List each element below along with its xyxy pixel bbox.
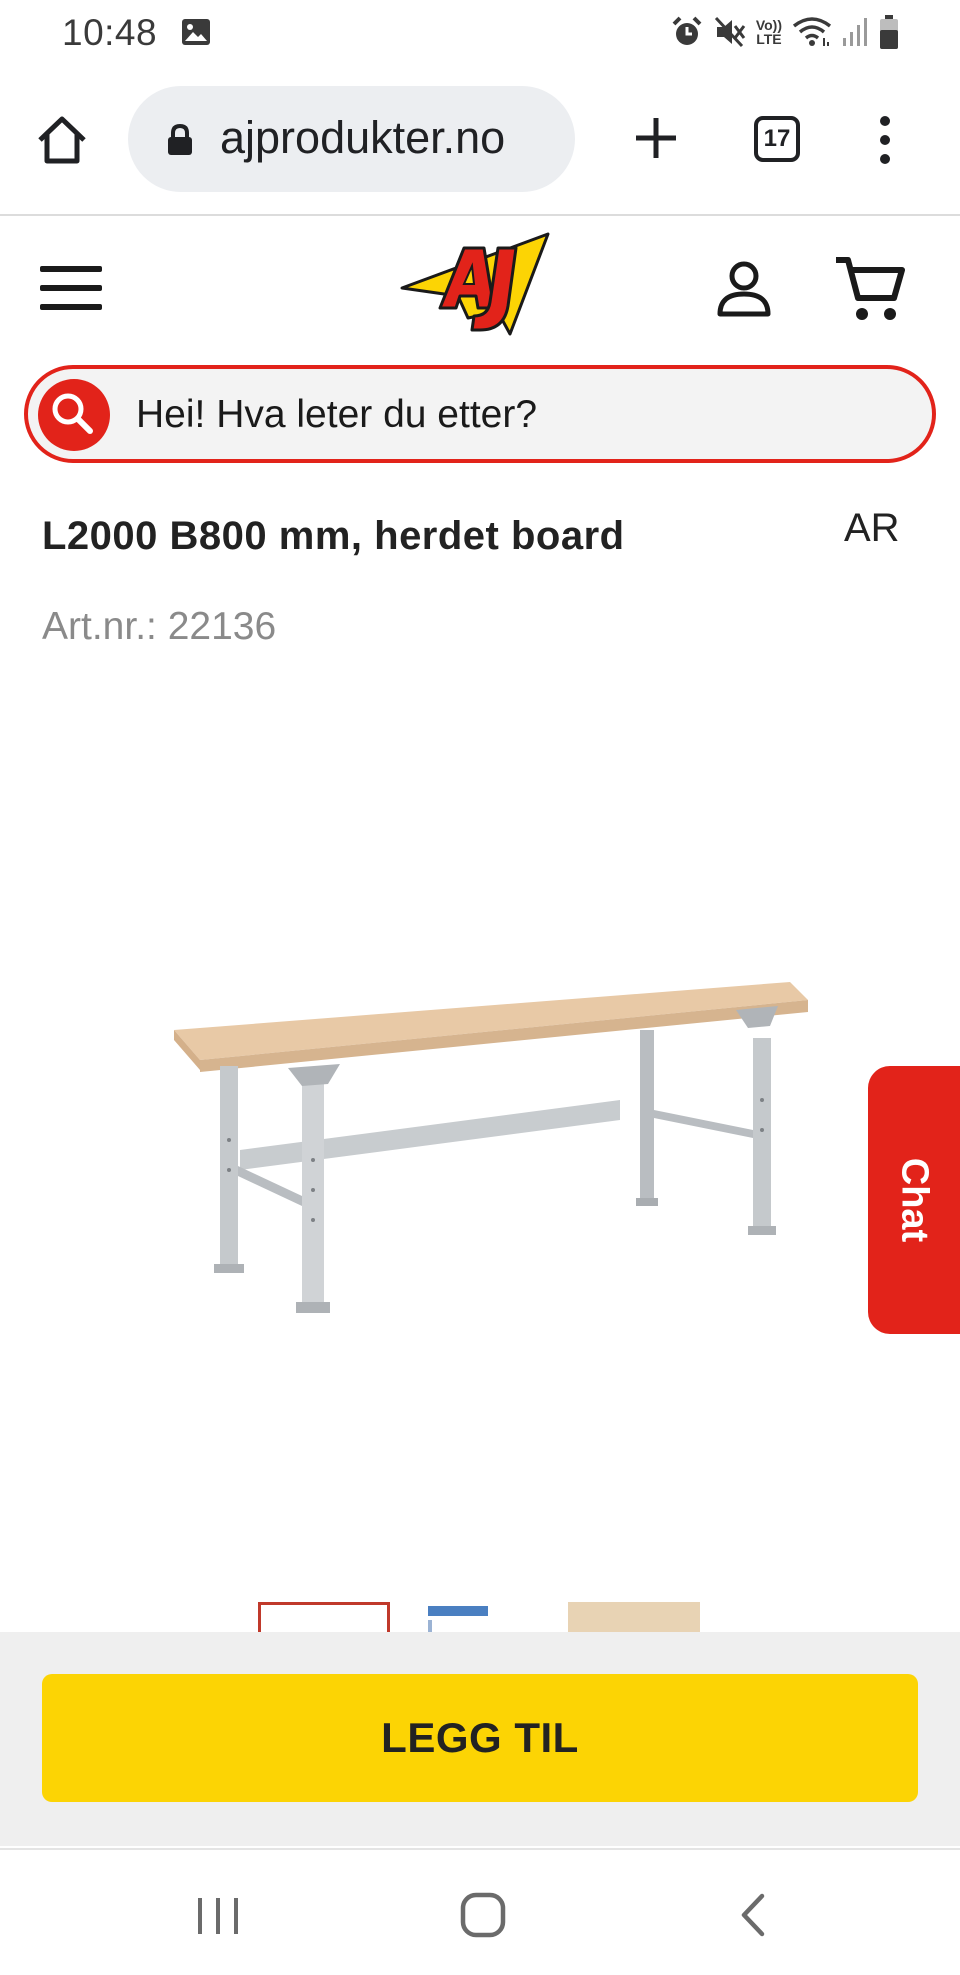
recent-apps-icon[interactable]: [196, 1894, 240, 1938]
lock-icon: [168, 124, 192, 155]
search-icon: [52, 393, 93, 434]
thumbnail-3[interactable]: [568, 1602, 700, 1632]
url-text: ajprodukter.no: [220, 112, 506, 163]
article-number: Art.nr.: 22136: [42, 605, 277, 648]
product-title: L2000 B800 mm, herdet board: [42, 514, 625, 558]
status-bar: 10:48 Vo)) LTE: [0, 0, 960, 66]
signal-icon: [843, 18, 867, 46]
tab-count: 17: [763, 125, 791, 152]
mute-icon: [714, 16, 746, 48]
workbench-image[interactable]: [160, 960, 840, 1390]
search-placeholder: Hei! Hva leter du etter?: [136, 393, 538, 436]
aj-logo[interactable]: [398, 226, 558, 348]
browser-toolbar: ajprodukter.no 17: [0, 66, 960, 216]
chat-label: Chat: [893, 1157, 936, 1243]
lte-label: LTE: [756, 31, 782, 47]
status-time: 10:48: [62, 12, 158, 53]
new-tab-icon[interactable]: [628, 110, 684, 166]
back-icon[interactable]: [738, 1892, 768, 1938]
more-menu-icon[interactable]: [870, 114, 900, 166]
thumbnail-2[interactable]: [414, 1602, 546, 1632]
thumbnail-2-image: [428, 1606, 488, 1632]
volte-icon: Vo)) LTE: [756, 18, 782, 46]
ar-view-button[interactable]: AR: [844, 506, 900, 551]
wifi-icon: [792, 17, 832, 46]
gallery-icon: [182, 19, 210, 45]
cart-icon[interactable]: [834, 254, 906, 324]
search-input[interactable]: Hei! Hva leter du etter?: [24, 365, 936, 463]
add-to-cart-label: LEGG TIL: [381, 1714, 579, 1761]
android-nav-bar: [0, 1848, 960, 1975]
battery-icon: [880, 15, 898, 49]
volte-label: Vo)): [755, 17, 782, 33]
search-button[interactable]: [38, 379, 110, 451]
thumbnail-1[interactable]: [258, 1602, 390, 1632]
account-icon[interactable]: [714, 258, 774, 318]
status-icons: Vo)) LTE: [670, 12, 900, 52]
hamburger-menu-icon[interactable]: [40, 264, 102, 312]
address-bar[interactable]: ajprodukter.no: [128, 86, 575, 192]
site-header: [0, 216, 960, 356]
sticky-cart-bar: LEGG TIL: [0, 1632, 960, 1846]
home-icon[interactable]: [34, 112, 90, 168]
home-button-icon[interactable]: [460, 1892, 506, 1938]
tabs-icon[interactable]: 17: [754, 116, 800, 162]
add-to-cart-button[interactable]: LEGG TIL: [42, 1674, 918, 1802]
chat-button[interactable]: Chat: [868, 1066, 960, 1334]
alarm-icon: [672, 16, 702, 45]
